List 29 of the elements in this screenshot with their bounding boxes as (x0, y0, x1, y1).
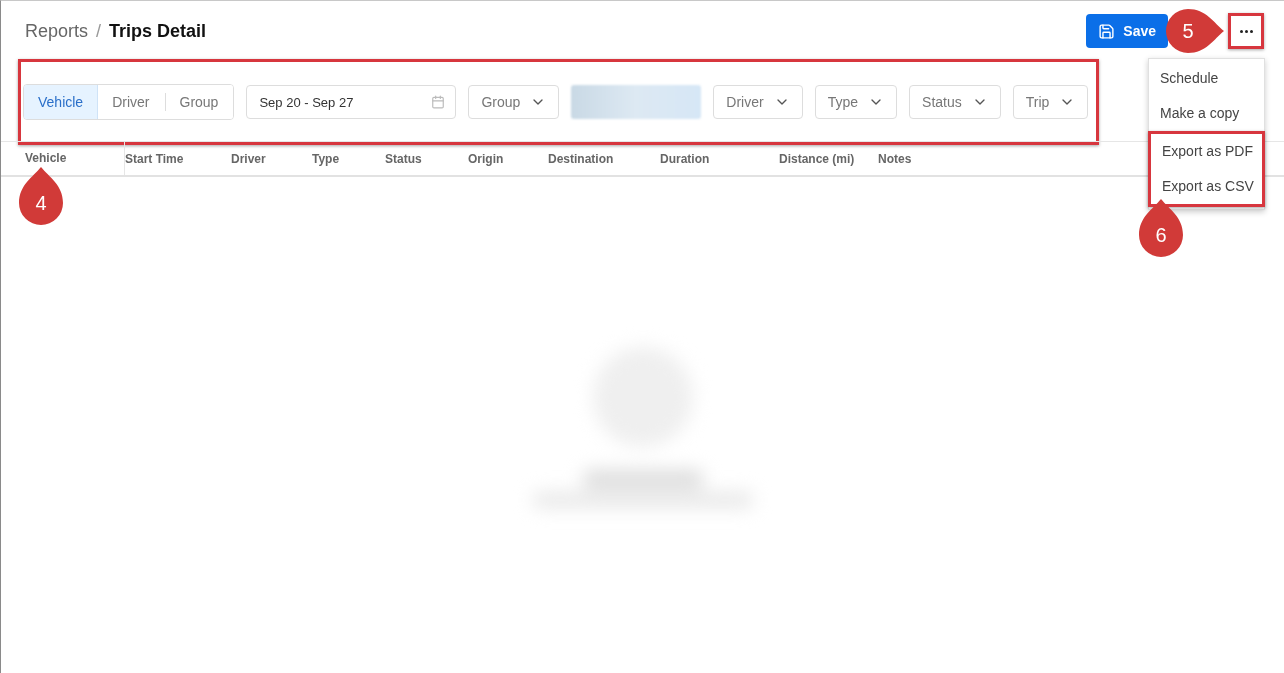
filter-dropdown[interactable]: Status (909, 85, 1001, 119)
filter-dropdown[interactable]: Group (468, 85, 560, 119)
column-header: Distance (mi) (779, 151, 856, 166)
breadcrumb-link[interactable]: Reports (25, 20, 89, 42)
more-icon (1239, 29, 1253, 33)
page-title: Trips Detail (109, 20, 207, 42)
filter-dropdown[interactable]: Type (814, 85, 898, 119)
column-header: Destination (548, 151, 615, 166)
save-button[interactable]: Save (1086, 14, 1168, 48)
menu-item[interactable]: Export as PDF (1151, 134, 1262, 169)
column-header: Notes (878, 151, 912, 166)
date-range-field[interactable]: Sep 20 - Sep 27 (246, 85, 457, 119)
menu-item[interactable]: Schedule (1149, 61, 1264, 96)
callout-marker: 4 (19, 167, 63, 225)
filter-dropdown[interactable]: Driver (713, 85, 803, 119)
callout-marker: 6 (1139, 199, 1183, 257)
column-header: Driver (231, 151, 267, 166)
column-header: Status (385, 151, 423, 166)
callout-marker: 5 (1166, 9, 1224, 53)
menu-item[interactable]: Make a copy (1149, 96, 1264, 131)
breadcrumb-separator: / (96, 20, 102, 42)
view-tab[interactable]: Vehicle (24, 85, 99, 119)
filter-dropdown[interactable]: Trip (1012, 85, 1089, 119)
column-header: Type (312, 151, 341, 166)
save-icon (1098, 22, 1116, 40)
calendar-icon (431, 95, 446, 109)
column-header: Start Time (125, 151, 185, 166)
column-header: Origin (468, 151, 505, 166)
column-header: Duration (660, 151, 711, 166)
